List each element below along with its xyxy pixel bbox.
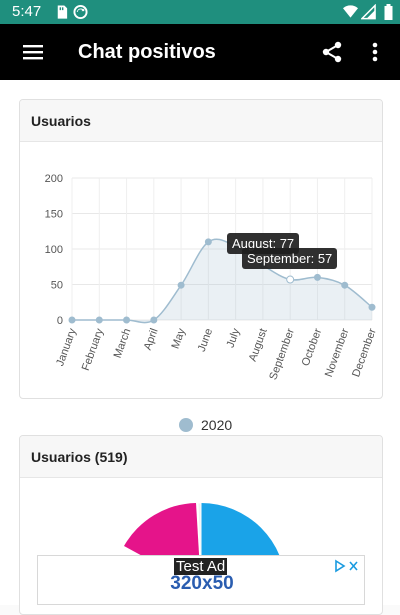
sd-card-icon [57,5,68,19]
ad-banner[interactable]: Test Ad 320x50 [37,555,365,605]
more-vert-icon[interactable] [361,38,389,66]
tooltip-september: September: 57 [242,248,338,269]
app-bar: Chat positivos [0,24,400,80]
legend-label: 2020 [201,417,233,433]
ad-size: 320x50 [170,573,234,594]
share-icon[interactable] [318,38,346,66]
line-card-title: Usuarios [20,100,382,142]
ad-choices-icon[interactable] [334,559,360,573]
chart-legend[interactable]: 2020 [0,414,400,434]
signal-icon [361,4,376,20]
status-bar: 5:47 [0,0,400,24]
legend-color-swatch [179,418,193,432]
menu-icon[interactable] [19,38,47,66]
page-title: Chat positivos [78,41,216,63]
wifi-icon [343,5,358,18]
battery-icon [384,4,393,20]
pie-card-title: Usuarios (519) [20,436,382,478]
status-time: 5:47 [12,3,42,20]
sync-icon [73,4,88,20]
